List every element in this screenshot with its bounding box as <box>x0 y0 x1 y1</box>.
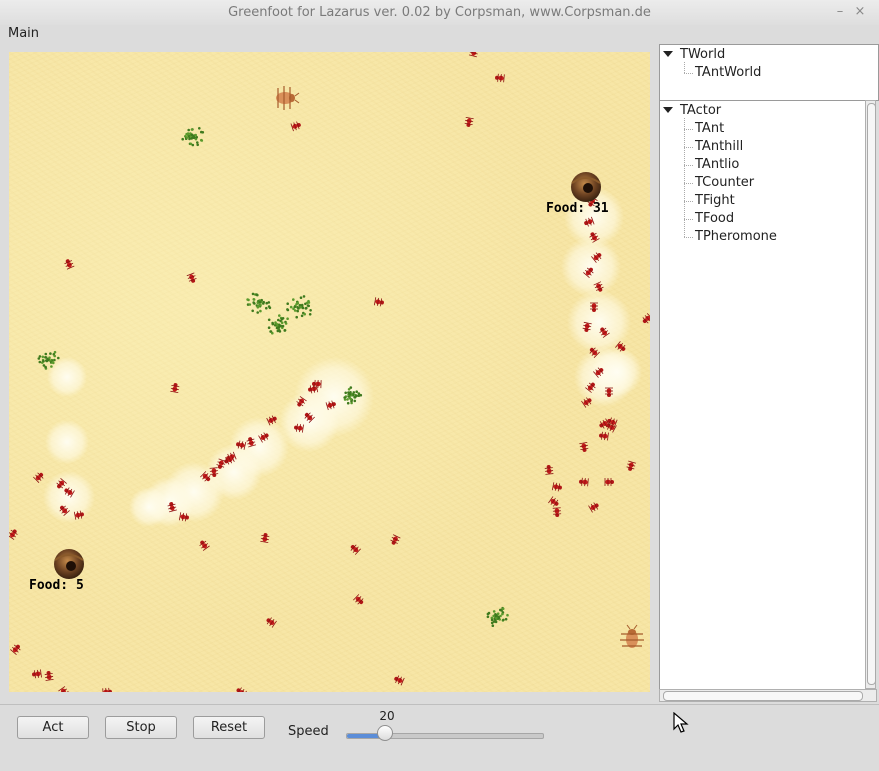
tree-vertical-scrollbar[interactable] <box>865 100 876 689</box>
tree-horizontal-scrollbar[interactable] <box>659 689 877 702</box>
tree-connector <box>684 165 693 166</box>
ant-icon <box>598 431 609 441</box>
tree-node-tcounter[interactable]: TCounter <box>695 175 754 190</box>
speed-value: 20 <box>379 709 395 723</box>
ant-icon <box>388 534 401 547</box>
ant-icon <box>548 496 561 509</box>
tree-connector <box>684 62 685 73</box>
window-title: Greenfoot for Lazarus ver. 0.02 by Corps… <box>228 5 651 20</box>
ant-icon <box>186 272 198 285</box>
tree-node-tantworld[interactable]: TAntWorld <box>695 65 761 80</box>
tree-node-tantlio[interactable]: TAntlio <box>695 157 739 172</box>
world-canvas[interactable]: Food: 31 Food: 5 <box>9 52 650 692</box>
antlion-icon <box>619 624 645 649</box>
food-pile-icon <box>181 127 205 147</box>
pheromone-blob <box>129 487 169 527</box>
ant-icon <box>578 477 589 487</box>
speed-label: Speed <box>288 724 329 739</box>
ant-icon <box>463 116 475 129</box>
ant-icon <box>290 120 303 132</box>
ant-icon <box>197 538 210 551</box>
tree-node-tanthill[interactable]: TAnthill <box>695 139 743 154</box>
triangle-down-icon[interactable] <box>663 107 673 113</box>
speed-slider[interactable] <box>346 733 544 739</box>
mouse-pointer-icon <box>673 712 689 733</box>
ant-icon <box>392 673 405 686</box>
ant-icon <box>373 296 386 308</box>
food-pile-icon <box>246 292 272 314</box>
tree-connector <box>684 219 693 220</box>
food-layer <box>37 127 509 627</box>
food-pile-icon <box>267 314 289 335</box>
tree-connector <box>684 147 693 148</box>
food-counter-hill-1: Food: 31 <box>546 201 609 216</box>
world-class-tree[interactable]: TWorld TAntWorld <box>659 44 879 101</box>
food-pile-icon <box>286 295 312 319</box>
tree-node-tfight[interactable]: TFight <box>695 193 735 208</box>
ant-icon <box>169 381 181 394</box>
pheromone-blob <box>45 420 89 464</box>
ant-icon <box>625 460 637 473</box>
ant-icon <box>468 52 480 58</box>
ant-icon <box>259 531 271 544</box>
scrollbar-thumb[interactable] <box>867 103 876 685</box>
triangle-down-icon[interactable] <box>663 51 673 57</box>
ant-icon <box>551 481 564 493</box>
tree-node-tant[interactable]: TAnt <box>695 121 724 136</box>
ant-icon <box>102 687 113 692</box>
ant-icon <box>604 477 615 487</box>
ant-icon <box>578 441 590 454</box>
control-bar: Act Stop Reset Speed 20 <box>0 704 879 771</box>
tree-connector <box>684 237 693 238</box>
ant-icon <box>588 500 601 513</box>
ant-icon <box>234 685 247 692</box>
ant-icon <box>32 470 46 484</box>
anthill-icon <box>54 549 84 579</box>
speed-slider-thumb[interactable] <box>377 725 393 741</box>
tree-node-tfood[interactable]: TFood <box>695 211 734 226</box>
tree-connector <box>684 201 693 202</box>
ant-icon <box>58 686 71 692</box>
actor-class-tree[interactable]: TActor TAnt TAnthill TAntlio TCounter TF… <box>659 100 867 691</box>
ant-icon <box>352 593 366 607</box>
act-button[interactable]: Act <box>17 716 89 739</box>
tree-node-tactor[interactable]: TActor <box>680 103 721 118</box>
ant-icon <box>31 669 42 680</box>
antlion-icon <box>275 85 300 111</box>
menu-main[interactable]: Main <box>8 26 39 41</box>
stop-button[interactable]: Stop <box>105 716 177 739</box>
pheromone-blob <box>561 237 621 297</box>
ant-icon <box>348 542 362 556</box>
close-button[interactable]: × <box>851 3 869 21</box>
ant-icon <box>264 615 277 628</box>
ant-icon <box>494 73 505 83</box>
pheromone-blob <box>43 471 95 523</box>
menu-bar: Main <box>0 25 879 45</box>
food-pile-icon <box>486 606 509 627</box>
minimize-button[interactable]: – <box>831 3 849 21</box>
ant-icon <box>552 507 562 518</box>
pheromone-layer <box>43 187 642 527</box>
reset-button[interactable]: Reset <box>193 716 265 739</box>
ant-icon <box>640 312 650 326</box>
world-scene: Food: 31 Food: 5 <box>9 52 650 692</box>
ant-icon <box>9 642 23 656</box>
ant-icon <box>9 527 20 540</box>
tree-connector <box>684 73 693 74</box>
anthill-icon <box>571 172 601 202</box>
food-counter-hill-2: Food: 5 <box>29 578 84 593</box>
title-bar: Greenfoot for Lazarus ver. 0.02 by Corps… <box>0 0 879 26</box>
tree-node-tworld[interactable]: TWorld <box>680 47 725 62</box>
ant-icon <box>62 257 75 270</box>
ant-icon <box>544 464 554 475</box>
ant-icon <box>43 670 54 681</box>
tree-connector <box>684 183 693 184</box>
scrollbar-thumb[interactable] <box>663 691 863 701</box>
tree-connector <box>684 129 693 130</box>
tree-node-tpheromone[interactable]: TPheromone <box>695 229 777 244</box>
